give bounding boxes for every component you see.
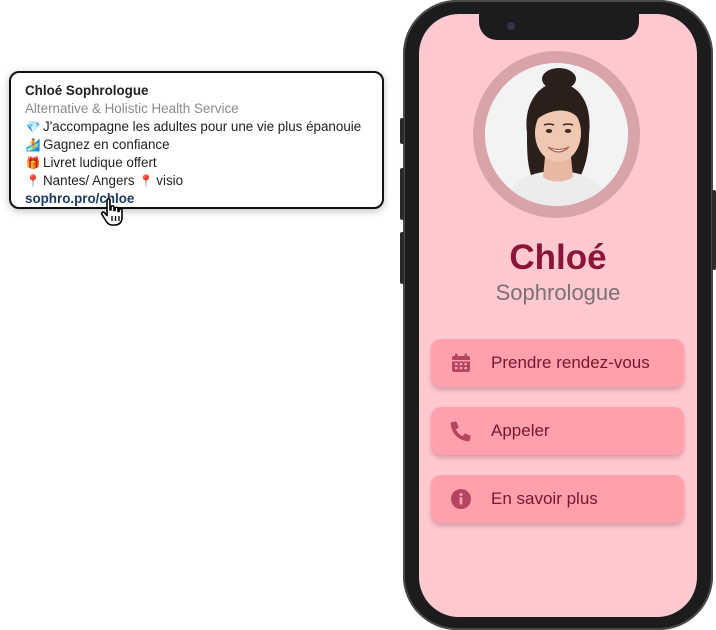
- bio-name: Chloé Sophrologue: [25, 83, 149, 98]
- bio-link-row: sophro.pro/chloe: [25, 190, 382, 208]
- phone-screen: Chloé Sophrologue Prendre rendez-vous Ap…: [419, 14, 697, 617]
- bio-line-text: Livret ludique offert: [43, 155, 157, 170]
- gem-icon: 💎: [25, 120, 41, 134]
- bio-line-text: visio: [156, 173, 184, 188]
- gift-icon: 🎁: [25, 156, 41, 170]
- bio-card: Chloé Sophrologue Alternative & Holistic…: [9, 71, 384, 226]
- phone-icon: [431, 420, 491, 442]
- hand-cursor-icon: [100, 198, 123, 226]
- pin-icon: 📍: [138, 174, 154, 188]
- book-appointment-button[interactable]: Prendre rendez-vous: [431, 339, 684, 387]
- phone-notch: [479, 14, 639, 40]
- skier-icon: 🏄: [25, 138, 41, 152]
- bio-line-text: Nantes/ Angers: [43, 173, 135, 188]
- info-icon: [431, 488, 491, 510]
- camera-icon: [507, 22, 515, 30]
- phone-power-button: [712, 190, 716, 270]
- calendar-icon: [431, 352, 491, 374]
- pin-icon: 📍: [25, 174, 41, 188]
- avatar-ring: [473, 51, 640, 218]
- learn-more-button[interactable]: En savoir plus: [431, 475, 684, 523]
- bio-line-gem: 💎 J'accompagne les adultes pour une vie p…: [25, 118, 382, 136]
- phone-volume-down: [400, 232, 404, 284]
- phone-mockup: Chloé Sophrologue Prendre rendez-vous Ap…: [400, 0, 716, 630]
- phone-mute-switch: [400, 118, 404, 144]
- call-button[interactable]: Appeler: [431, 407, 684, 455]
- bio-line-text: Gagnez en confiance: [43, 137, 170, 152]
- phone-volume-up: [400, 168, 404, 220]
- book-appointment-label: Prendre rendez-vous: [491, 353, 650, 372]
- avatar: [485, 63, 628, 206]
- call-label: Appeler: [491, 421, 550, 440]
- profile-title: Sophrologue: [495, 280, 621, 305]
- bio-line-location: 📍 Nantes/ Angers 📍 visio: [25, 172, 382, 190]
- profile-name: Chloé: [509, 238, 607, 277]
- bio-line-text: J'accompagne les adultes pour une vie pl…: [43, 119, 362, 134]
- learn-more-label: En savoir plus: [491, 489, 598, 508]
- portrait-photo: [485, 63, 628, 206]
- bio-line-gift: 🎁 Livret ludique offert: [25, 154, 382, 172]
- bio-category: Alternative & Holistic Health Service: [25, 101, 239, 116]
- bio-line-confidence: 🏄 Gagnez en confiance: [25, 136, 382, 154]
